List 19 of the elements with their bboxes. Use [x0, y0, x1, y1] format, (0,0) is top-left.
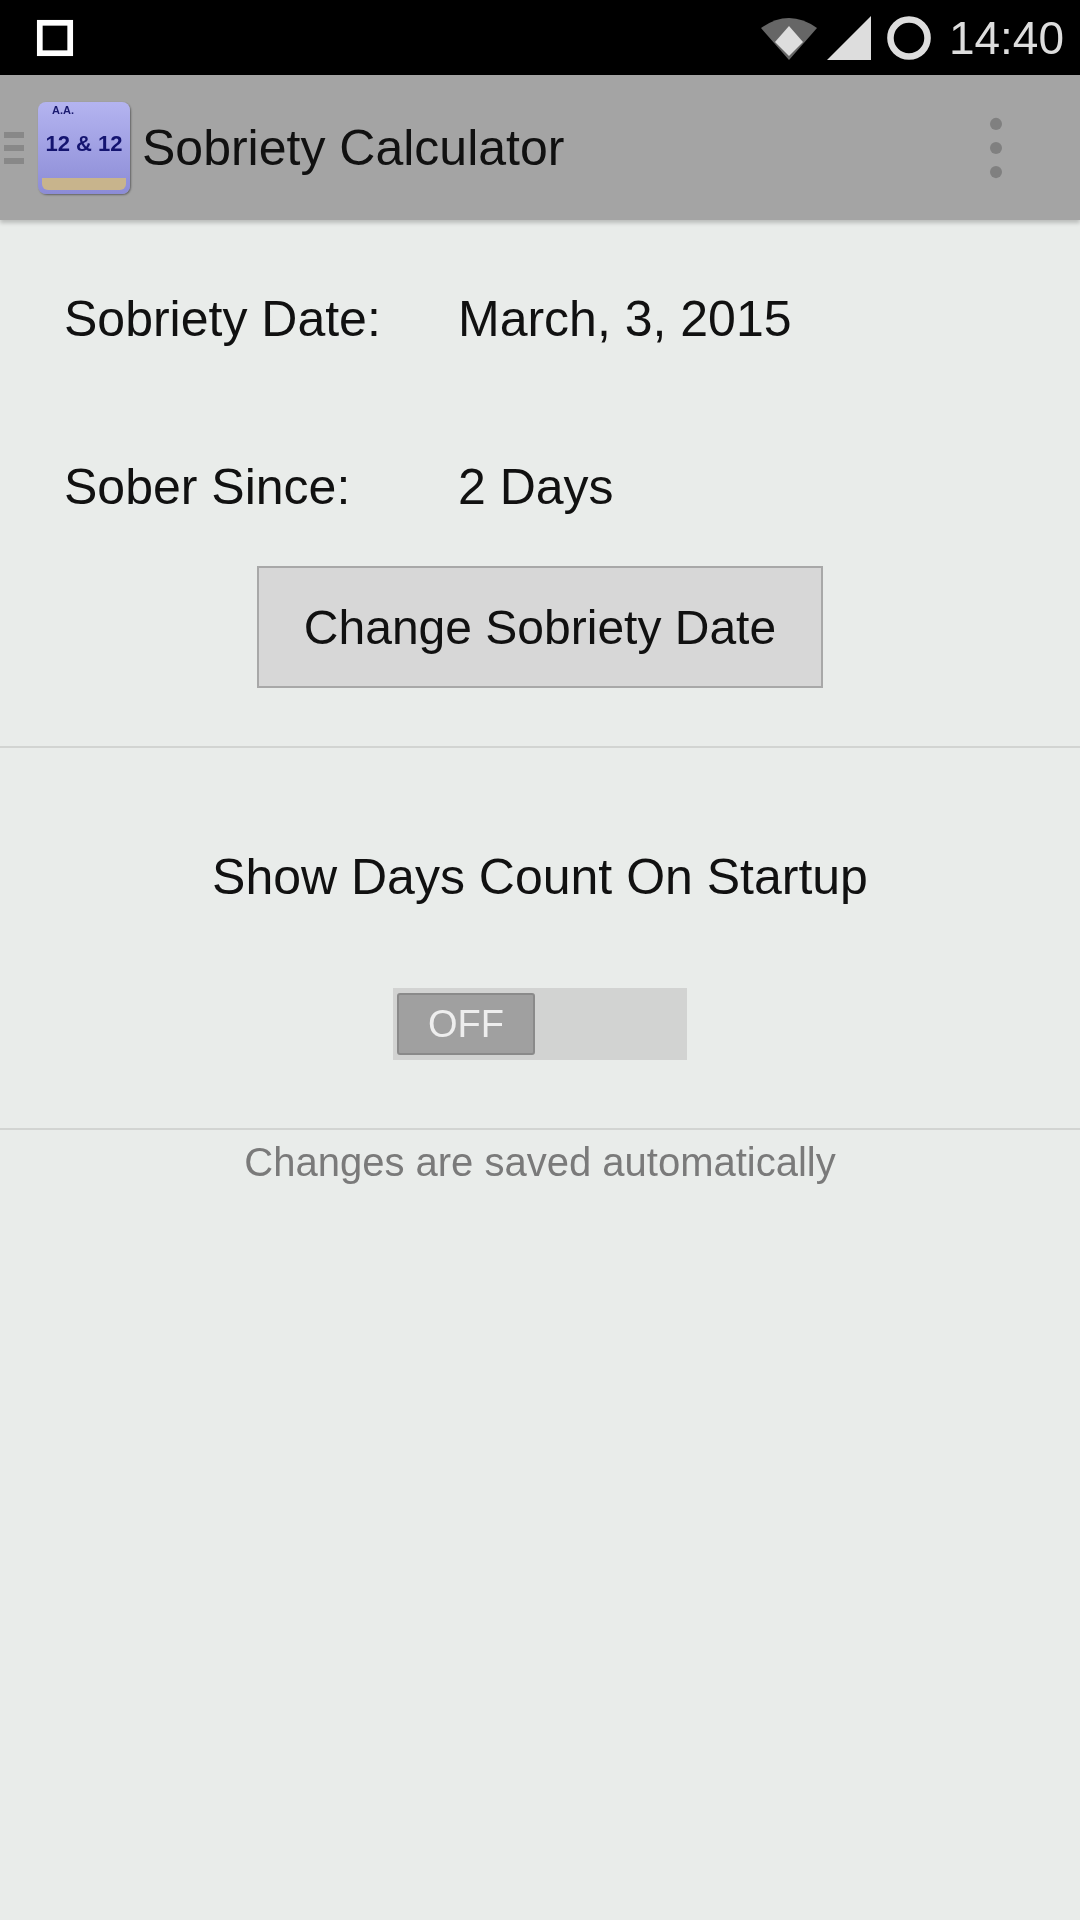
change-date-button[interactable]: Change Sobriety Date [257, 566, 823, 688]
toggle-thumb: OFF [397, 993, 535, 1055]
clock-time: 14:40 [948, 10, 1064, 65]
app-icon-title-text: 12 & 12 [45, 130, 123, 157]
setting-label: Show Days Count On Startup [211, 848, 869, 906]
sync-circle-icon [884, 13, 933, 62]
overflow-menu-icon[interactable] [988, 117, 1004, 179]
field-value: March, 3, 2015 [458, 290, 792, 348]
autosave-note: Changes are saved automatically [243, 1140, 837, 1185]
field-value: 2 Days [458, 458, 614, 516]
field-label: Sober Since: [64, 458, 352, 516]
recents-icon[interactable] [36, 18, 74, 57]
wifi-icon [758, 15, 819, 60]
field-label: Sobriety Date: [64, 290, 382, 348]
screen-title: Sobriety Calculator [142, 118, 565, 177]
app-book-icon[interactable]: A.A. 12 & 12 [38, 101, 130, 194]
book-pages-icon [42, 177, 126, 190]
signal-icon [826, 15, 871, 60]
app-icon-corner-text: A.A. [52, 103, 74, 116]
